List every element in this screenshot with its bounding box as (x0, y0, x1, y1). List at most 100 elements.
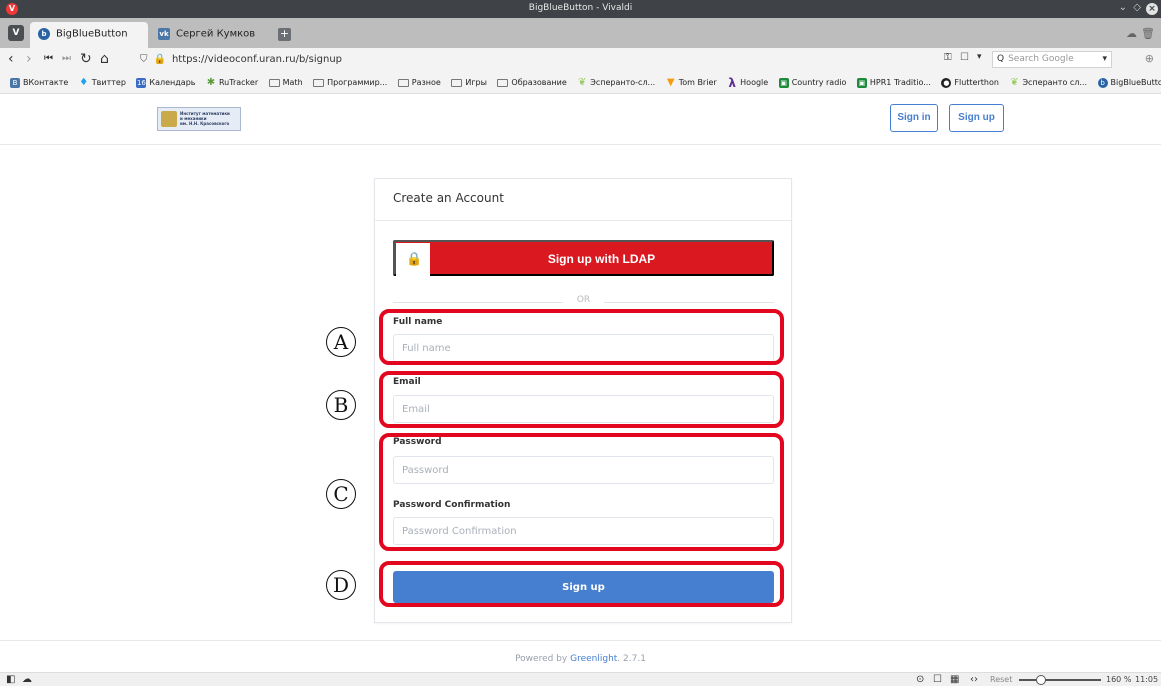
bookmark-country-radio[interactable]: ▣ Country radio (778, 72, 847, 93)
zoom-slider-handle[interactable] (1036, 675, 1046, 685)
page-footer: Powered by Greenlight. 2.7.1 (0, 640, 1161, 672)
footer-version: . 2.7.1 (617, 654, 646, 664)
bookmark-label: Программир... (327, 78, 388, 87)
trash-icon[interactable]: 🗑 (1141, 27, 1155, 40)
bookmark-esperanto-1[interactable]: ❦ Эсперанто-сл... (577, 72, 656, 93)
greenlight-link[interactable]: Greenlight (570, 654, 617, 664)
bookmark-label: Эсперанто сл... (1022, 78, 1088, 87)
bookmark-flutterthon[interactable]: ● Flutterthon (941, 72, 999, 93)
code-icon[interactable]: ‹› (970, 674, 978, 686)
panel-toggle-icon[interactable]: ◧ (6, 674, 15, 686)
status-bar: ◧ ☁ ⊙ ☐ ▦ ‹› Reset 160 % 11:05 (0, 672, 1161, 686)
vk-icon: B (10, 78, 20, 88)
annotation-marker-d: D (326, 570, 356, 600)
window-titlebar: V BigBlueButton - Vivaldi ⌄ ◇ × (0, 0, 1161, 18)
home-icon[interactable]: ⌂ (100, 51, 109, 67)
forward-icon[interactable]: › (26, 51, 32, 67)
bookmark-hpr1[interactable]: ▣ HPR1 Traditio... (856, 72, 931, 93)
close-window-icon[interactable]: × (1146, 3, 1158, 15)
chevron-down-icon[interactable]: ▾ (977, 52, 982, 62)
capture-icon[interactable]: ⊙ (916, 674, 924, 686)
bbb-favicon-icon: b (38, 28, 50, 40)
address-bar: ‹ › ⏮ ⏭ ↻ ⌂ ⛉ 🔒 https://videoconf.uran.ru/… (0, 48, 1161, 72)
annotation-marker-b: B (326, 390, 356, 420)
bookmark-label: Эсперанто-сл... (590, 78, 656, 87)
maximize-icon[interactable]: ◇ (1133, 2, 1141, 13)
sync-cloud-icon[interactable]: ☁ (1126, 27, 1137, 40)
bookmark-folder-math[interactable]: Math (268, 72, 303, 93)
url-field[interactable]: ⛉ 🔒 https://videoconf.uran.ru/b/signup (140, 51, 910, 69)
institute-logo[interactable]: Институт математики и механики им. Н.Н. … (157, 107, 241, 131)
tab-bigbluebutton[interactable]: b BigBlueButton (30, 22, 148, 48)
vivaldi-menu-icon[interactable]: V (8, 25, 24, 41)
tile-icon[interactable]: ☐ (933, 674, 942, 686)
divider-line (604, 302, 774, 303)
search-input[interactable]: Q Search Google ▾ (992, 51, 1112, 68)
bookmark-label: Country radio (791, 78, 847, 87)
bookmark-label: RuTracker (218, 78, 259, 87)
bookmarks-bar: B ВКонтакте ♦ Твиттер 16 Календарь ✱ RuTrack… (0, 72, 1161, 94)
bookmark-label: Игры (465, 78, 487, 87)
github-icon: ● (941, 78, 952, 88)
chevron-down-icon[interactable]: ▾ (1102, 52, 1107, 67)
folder-icon (451, 79, 463, 87)
annotation-box-c (379, 433, 784, 551)
header-signup-button[interactable]: Sign up (949, 104, 1004, 132)
fast-forward-icon[interactable]: ⏭ (62, 51, 71, 67)
rutracker-icon: ✱ (206, 77, 216, 88)
rewind-icon[interactable]: ⏮ (44, 51, 53, 67)
cone-icon: ▼ (666, 77, 675, 88)
zoom-slider[interactable] (1019, 679, 1101, 681)
back-icon[interactable]: ‹ (8, 51, 14, 67)
ldap-lock-box: 🔒 (396, 243, 430, 277)
or-divider: OR (393, 295, 774, 309)
image-icon[interactable]: ▦ (950, 674, 959, 686)
tab-label: Сергей Кумков (176, 28, 256, 40)
tab-vk[interactable]: vk Сергей Кумков (150, 22, 270, 48)
reload-icon[interactable]: ↻ (80, 51, 92, 67)
globe-icon[interactable]: ⊕ (1145, 52, 1154, 65)
url-text: https://videoconf.uran.ru/b/signup (171, 54, 343, 65)
ldap-signup-button[interactable]: 🔒 Sign up with LDAP (393, 240, 774, 277)
bookmark-calendar[interactable]: 16 Календарь (136, 72, 195, 93)
annotation-marker-c: C (326, 479, 356, 509)
footer-prefix: Powered by (515, 654, 571, 664)
zoom-level: 160 % (1106, 675, 1132, 684)
signin-button[interactable]: Sign in (890, 104, 938, 132)
zoom-reset-button[interactable]: Reset (990, 675, 1012, 684)
ldap-button-label: Sign up with LDAP (547, 252, 656, 266)
bookmark-folder-education[interactable]: Образование (497, 72, 567, 93)
shield-icon: ⛉ (140, 54, 148, 65)
search-placeholder: Search Google (1008, 54, 1074, 64)
annotation-box-a (379, 309, 784, 365)
bookmark-rutracker[interactable]: ✱ RuTracker (206, 72, 259, 93)
lambda-icon: λ (728, 76, 736, 90)
new-tab-button[interactable]: + (278, 28, 291, 41)
bookmark-bigbluebutton[interactable]: bBigBlueButton (1097, 72, 1161, 93)
bookmark-label: Hoogle (740, 78, 769, 87)
bookmark-vkontakte[interactable]: B ВКонтакте (10, 72, 68, 93)
bookmark-hoogle[interactable]: λ Hoogle (727, 72, 769, 93)
folder-icon (497, 79, 509, 87)
vk-favicon-icon: vk (158, 28, 170, 40)
bookmark-esperanto-2[interactable]: ❦ Эсперанто сл... (1009, 72, 1088, 93)
search-engine-icon: Q (997, 54, 1005, 64)
bookmark-folder-games[interactable]: Игры (451, 72, 487, 93)
bookmark-label: Math (282, 78, 303, 87)
annotation-marker-a: A (326, 327, 356, 357)
cloud-status-icon[interactable]: ☁ (22, 674, 32, 686)
bookmark-folder-misc[interactable]: Разное (397, 72, 441, 93)
bookmark-tom-brier[interactable]: ▼ Tom Brier (666, 72, 717, 93)
minimize-icon[interactable]: ⌄ (1119, 2, 1127, 13)
bookmark-folder-programming[interactable]: Программир... (313, 72, 388, 93)
folder-icon (268, 79, 280, 87)
bookmark-twitter[interactable]: ♦ Твиттер (79, 72, 126, 93)
bookmark-icon[interactable]: ☐ (960, 52, 969, 63)
bookmark-label: Разное (411, 78, 441, 87)
key-icon[interactable]: ⚿ (944, 52, 952, 63)
tab-strip: V b BigBlueButton vk Сергей Кумков + ☁ 🗑 (0, 18, 1161, 48)
bbb-icon: b (1097, 78, 1108, 88)
logo-line: им. Н.Н. Красовского (180, 121, 230, 126)
emblem-icon (161, 111, 177, 127)
bookmark-label: Flutterthon (954, 78, 999, 87)
